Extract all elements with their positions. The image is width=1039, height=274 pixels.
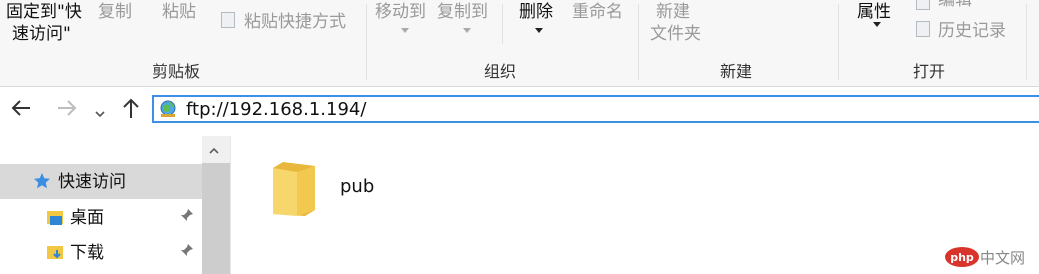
history-icon	[916, 21, 930, 37]
watermark-text: 中文网	[980, 249, 1026, 267]
organize-group-label: 组织	[484, 62, 517, 81]
ribbon-separator	[1026, 4, 1027, 80]
pin-to-quick-access-label-2-wrap[interactable]: 速访问"	[12, 24, 71, 44]
php-logo-icon: php	[945, 247, 979, 267]
ribbon-separator	[366, 4, 367, 80]
pin-to-quick-access-button[interactable]: 固定到"快	[6, 2, 82, 22]
new-group-label: 新建	[720, 62, 753, 81]
properties-button[interactable]: 属性	[857, 2, 891, 22]
back-arrow-icon[interactable]	[10, 98, 32, 124]
copy-to-button[interactable]: 复制到	[437, 2, 488, 22]
ribbon-separator	[502, 4, 503, 44]
delete-chevron-down-icon	[535, 28, 543, 33]
nav-item-downloads[interactable]: 下载	[0, 235, 202, 270]
history-button[interactable]: 历史记录	[938, 21, 1006, 41]
copy-button[interactable]: 复制	[98, 2, 132, 22]
scrollbar-thumb[interactable]	[202, 163, 230, 274]
new-folder-label-2[interactable]: 文件夹	[650, 24, 701, 44]
nav-item-label: 快速访问	[58, 172, 126, 192]
file-name: pub	[340, 176, 375, 197]
clipboard-group-label: 剪贴板	[152, 62, 201, 81]
paste-button[interactable]: 粘贴	[162, 2, 196, 22]
paste-shortcut-button[interactable]: 粘贴快捷方式	[244, 12, 346, 32]
forward-arrow-icon[interactable]	[56, 98, 78, 124]
paste-shortcut-icon	[221, 12, 235, 28]
pin-icon[interactable]	[180, 243, 194, 261]
downloads-folder-icon	[47, 246, 63, 259]
nav-item-quick-access[interactable]: 快速访问	[0, 164, 202, 199]
address-path: ftp://192.168.1.194/	[186, 99, 367, 120]
address-bar[interactable]: ftp://192.168.1.194/	[152, 95, 1039, 123]
copy-to-chevron-down-icon	[463, 28, 471, 33]
address-row: ftp://192.168.1.194/	[0, 87, 1039, 135]
ribbon-separator	[638, 4, 639, 80]
edit-button[interactable]: 编辑	[938, 0, 972, 10]
move-to-button[interactable]: 移动到	[375, 2, 426, 22]
folder-icon	[273, 162, 315, 216]
move-to-chevron-down-icon	[401, 28, 409, 33]
nav-item-label: 下载	[70, 243, 104, 263]
php-logo-text: php	[950, 251, 974, 264]
open-group-label: 打开	[913, 62, 946, 81]
scroll-up-chevron-icon[interactable]	[209, 146, 219, 156]
pin-to-quick-access-label-1: 固定到"快	[6, 2, 82, 22]
new-folder-button[interactable]: 新建	[656, 2, 690, 22]
desktop-folder-icon	[47, 211, 63, 225]
navigation-pane: 快速访问 桌面 下载	[0, 136, 231, 274]
nav-item-desktop[interactable]: 桌面	[0, 200, 202, 235]
star-icon	[34, 173, 50, 189]
nav-item-label: 桌面	[70, 208, 104, 228]
pin-to-quick-access-label-2: 速访问"	[12, 24, 71, 44]
ribbon: 固定到"快 速访问" 复制 粘贴 粘贴快捷方式 剪贴板 移动到 复制到 删除 重…	[0, 0, 1039, 87]
list-item[interactable]: pub	[269, 156, 399, 218]
ftp-globe-icon	[160, 100, 176, 117]
watermark: php 中文网	[942, 244, 1034, 270]
properties-chevron-down-icon	[873, 22, 881, 27]
file-list: pub	[231, 136, 1039, 274]
up-arrow-icon[interactable]	[121, 97, 141, 125]
delete-button[interactable]: 删除	[519, 2, 553, 22]
recent-locations-chevron-down-icon[interactable]	[94, 101, 106, 125]
edit-icon	[916, 0, 930, 10]
ribbon-separator	[838, 4, 839, 80]
pin-icon[interactable]	[180, 208, 194, 226]
nav-scrollbar[interactable]	[202, 136, 230, 274]
rename-button[interactable]: 重命名	[572, 2, 623, 22]
